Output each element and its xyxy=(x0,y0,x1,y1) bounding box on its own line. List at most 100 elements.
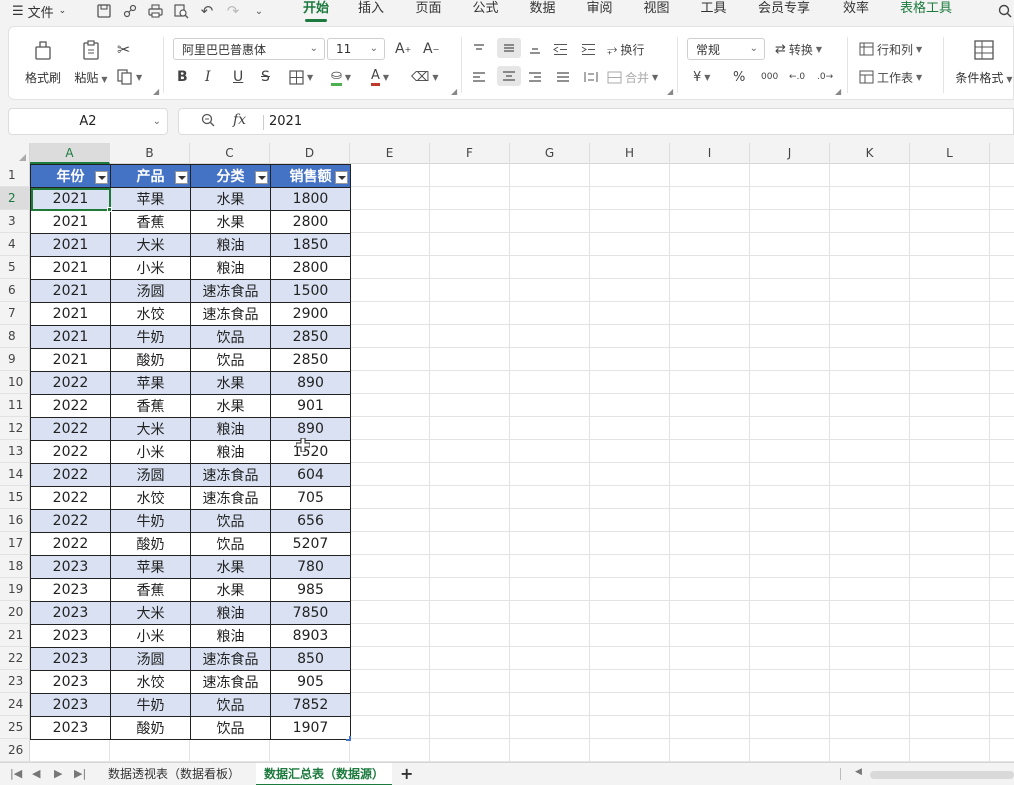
copy-button[interactable]: ▼ xyxy=(117,67,142,87)
row-header-1[interactable]: 1 xyxy=(0,164,30,187)
row-header-12[interactable]: 12 xyxy=(0,417,30,440)
cell-category[interactable]: 粮油 xyxy=(190,624,271,648)
cell-sales[interactable]: 905 xyxy=(270,670,351,694)
align-center-button[interactable] xyxy=(497,66,521,86)
italic-button[interactable]: I xyxy=(205,67,211,87)
column-header-l[interactable]: L xyxy=(910,143,990,164)
cell-category[interactable]: 水果 xyxy=(190,371,271,395)
wrap-text-button[interactable]: ⥅ 换行 xyxy=(607,39,644,59)
row-header-9[interactable]: 9 xyxy=(0,348,30,371)
format-painter-button[interactable]: 格式刷 xyxy=(23,39,63,86)
share-icon[interactable] xyxy=(119,0,141,22)
header-category[interactable]: 分类 xyxy=(190,164,271,188)
clear-button[interactable]: ⌫ ▼ xyxy=(411,67,439,87)
cell-product[interactable]: 大米 xyxy=(110,233,191,257)
decrease-indent-button[interactable] xyxy=(553,39,568,59)
cell-sales[interactable]: 1907 xyxy=(270,716,351,740)
row-column-button[interactable]: 行和列 ▼ xyxy=(859,39,922,59)
cell-product[interactable]: 苹果 xyxy=(110,187,191,211)
tab-insert[interactable]: 插入 xyxy=(342,0,400,22)
align-right-button[interactable] xyxy=(525,67,545,87)
cell-sales[interactable]: 8903 xyxy=(270,624,351,648)
file-menu[interactable]: ☰ 文件 ⌄ xyxy=(6,0,72,22)
cell-product[interactable]: 酸奶 xyxy=(110,532,191,556)
first-sheet-icon[interactable]: |◀ xyxy=(10,767,22,780)
cell-year[interactable]: 2022 xyxy=(30,417,111,441)
cell-category[interactable]: 粮油 xyxy=(190,417,271,441)
formula-input[interactable]: 2021 xyxy=(269,114,302,129)
underline-button[interactable]: U xyxy=(233,67,243,87)
column-header-b[interactable]: B xyxy=(110,143,190,164)
cell-product[interactable]: 牛奶 xyxy=(110,325,191,349)
select-all-corner[interactable] xyxy=(0,143,30,164)
cell-year[interactable]: 2021 xyxy=(30,233,111,257)
column-header-h[interactable]: H xyxy=(590,143,670,164)
increase-indent-button[interactable] xyxy=(581,39,596,59)
chevron-down-icon[interactable]: ⌄ xyxy=(153,109,161,134)
distributed-button[interactable] xyxy=(581,67,601,87)
cell-sales[interactable]: 985 xyxy=(270,578,351,602)
row-header-13[interactable]: 13 xyxy=(0,440,30,463)
cell-sales[interactable]: 2800 xyxy=(270,210,351,234)
cell-product[interactable]: 大米 xyxy=(110,417,191,441)
cell-year[interactable]: 2023 xyxy=(30,601,111,625)
cell-category[interactable]: 粮油 xyxy=(190,233,271,257)
cell-sales[interactable]: 780 xyxy=(270,555,351,579)
worksheet-button[interactable]: 工作表 ▼ xyxy=(859,67,922,87)
cell-category[interactable]: 速冻食品 xyxy=(190,302,271,326)
row-header-19[interactable]: 19 xyxy=(0,578,30,601)
merge-button[interactable]: 合并 ▼ xyxy=(607,67,658,87)
cell-category[interactable]: 饮品 xyxy=(190,509,271,533)
cell-category[interactable]: 饮品 xyxy=(190,325,271,349)
cell-sales[interactable]: 2900 xyxy=(270,302,351,326)
cell-year[interactable]: 2023 xyxy=(30,624,111,648)
cell-category[interactable]: 速冻食品 xyxy=(190,279,271,303)
cell-category[interactable]: 饮品 xyxy=(190,716,271,740)
next-sheet-icon[interactable]: ▶ xyxy=(54,767,62,780)
cell-sales[interactable]: 1800 xyxy=(270,187,351,211)
cell-category[interactable]: 水果 xyxy=(190,187,271,211)
cell-category[interactable]: 粮油 xyxy=(190,601,271,625)
undo-icon[interactable]: ↶ xyxy=(196,0,218,22)
cell-product[interactable]: 小米 xyxy=(110,256,191,280)
sheet-tab-pivot[interactable]: 数据透视表（数据看板） xyxy=(100,763,248,785)
font-size-select[interactable]: 11 ⌄ xyxy=(327,38,385,60)
decrease-decimal-button[interactable]: .0→ xyxy=(817,67,833,87)
column-header-g[interactable]: G xyxy=(510,143,590,164)
cell-product[interactable]: 香蕉 xyxy=(110,394,191,418)
font-name-select[interactable]: 阿里巴巴普惠体 ⌄ xyxy=(173,38,325,60)
cell-category[interactable]: 粮油 xyxy=(190,440,271,464)
cell-year[interactable]: 2022 xyxy=(30,532,111,556)
cell-product[interactable]: 苹果 xyxy=(110,555,191,579)
horizontal-scrollbar[interactable] xyxy=(870,771,1014,779)
save-icon[interactable] xyxy=(93,0,115,22)
header-year[interactable]: 年份 xyxy=(30,164,111,188)
row-header-2[interactable]: 2 xyxy=(0,187,30,210)
increase-font-button[interactable]: A + xyxy=(395,39,411,59)
tab-review[interactable]: 审阅 xyxy=(571,0,628,22)
cell-category[interactable]: 饮品 xyxy=(190,693,271,717)
dialog-launcher-icon[interactable]: ◢ xyxy=(451,87,457,96)
increase-decimal-button[interactable]: ←.0 xyxy=(789,67,805,87)
header-sales[interactable]: 销售额 xyxy=(270,164,351,188)
cell-product[interactable]: 大米 xyxy=(110,601,191,625)
row-header-11[interactable]: 11 xyxy=(0,394,30,417)
conditional-format-button[interactable]: 条件格式 ▼ xyxy=(953,39,1014,86)
thousands-button[interactable]: 000 xyxy=(761,67,778,87)
row-header-14[interactable]: 14 xyxy=(0,463,30,486)
row-header-10[interactable]: 10 xyxy=(0,371,30,394)
row-header-6[interactable]: 6 xyxy=(0,279,30,302)
cell-sales[interactable]: 2850 xyxy=(270,348,351,372)
align-middle-button[interactable] xyxy=(497,38,521,58)
bold-button[interactable]: B xyxy=(177,67,188,87)
table-resize-handle[interactable] xyxy=(346,736,351,741)
cell-product[interactable]: 小米 xyxy=(110,624,191,648)
name-box[interactable]: A2 ⌄ xyxy=(8,108,168,135)
cell-product[interactable]: 酸奶 xyxy=(110,716,191,740)
strikethrough-button[interactable]: S xyxy=(261,67,270,87)
tab-tools[interactable]: 工具 xyxy=(685,0,742,22)
column-header-a[interactable]: A xyxy=(30,143,110,164)
cell-product[interactable]: 汤圆 xyxy=(110,647,191,671)
column-header-i[interactable]: I xyxy=(670,143,750,164)
cell-product[interactable]: 牛奶 xyxy=(110,693,191,717)
